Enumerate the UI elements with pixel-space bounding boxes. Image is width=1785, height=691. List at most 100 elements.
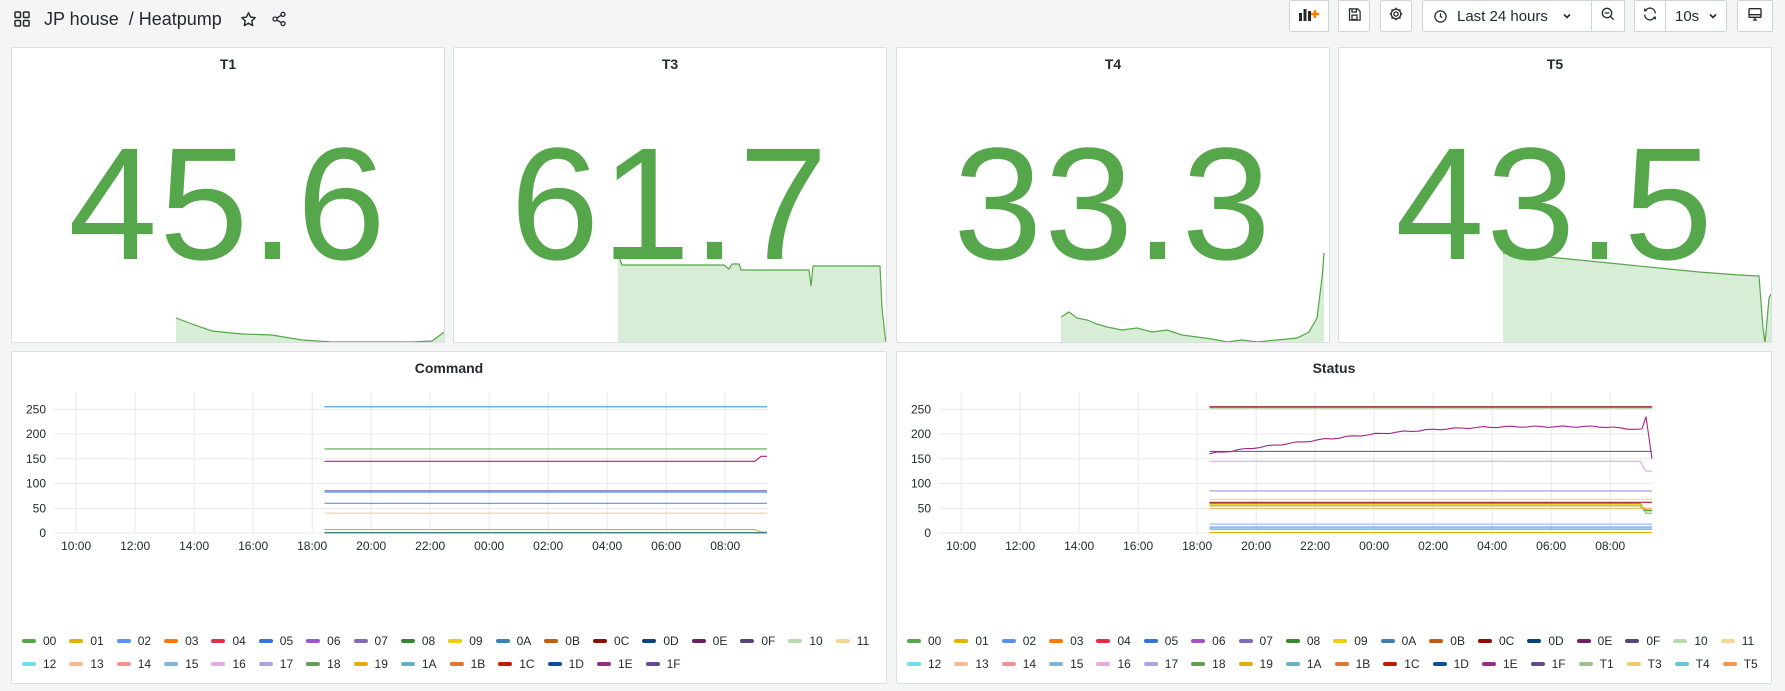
legend-label: 05 <box>1164 634 1179 648</box>
legend-item-0A[interactable]: 0A <box>1380 634 1416 648</box>
zoom-out-button[interactable] <box>1591 0 1625 32</box>
legend-item-00[interactable]: 00 <box>907 634 941 648</box>
legend-item-17[interactable]: 17 <box>258 657 293 671</box>
legend-item-0A[interactable]: 0A <box>495 634 531 648</box>
legend-item-1A[interactable]: 1A <box>400 657 437 671</box>
legend-item-01[interactable]: 01 <box>954 634 989 648</box>
legend-item-19[interactable]: 19 <box>353 657 388 671</box>
kiosk-mode-button[interactable] <box>1737 0 1773 32</box>
legend-item-06[interactable]: 06 <box>306 634 341 648</box>
legend-item-12[interactable]: 12 <box>22 657 56 671</box>
refresh-interval-picker[interactable]: 10s <box>1665 0 1727 32</box>
time-range-picker[interactable]: Last 24 hours <box>1422 0 1592 32</box>
timeseries-panel-command[interactable]: Command 0 50 100 150 200 250 10:00 12:00 14:00 16… <box>11 351 887 684</box>
legend-item-18[interactable]: 18 <box>1191 657 1226 671</box>
breadcrumb-folder[interactable]: JP house <box>44 9 119 30</box>
stat-panel-t4[interactable]: T4 33.3 <box>896 47 1330 343</box>
legend-label: 03 <box>1070 634 1084 648</box>
legend-swatch <box>544 639 559 643</box>
legend-item-0B[interactable]: 0B <box>1429 634 1465 648</box>
legend-item-13[interactable]: 13 <box>954 657 989 671</box>
legend-item-09[interactable]: 09 <box>1333 634 1368 648</box>
add-panel-button[interactable] <box>1289 0 1329 32</box>
legend-item-T4[interactable]: T4 <box>1674 657 1710 671</box>
legend-item-05[interactable]: 05 <box>258 634 293 648</box>
legend-item-03[interactable]: 03 <box>1049 634 1083 648</box>
save-button[interactable] <box>1338 0 1370 32</box>
legend-item-12[interactable]: 12 <box>907 657 941 671</box>
legend-item-0D[interactable]: 0D <box>1527 634 1564 648</box>
refresh-icon <box>1642 6 1658 26</box>
legend-item-03[interactable]: 03 <box>164 634 198 648</box>
legend-item-1E[interactable]: 1E <box>596 657 633 671</box>
legend-item-04[interactable]: 04 <box>211 634 246 648</box>
legend-item-02[interactable]: 02 <box>1001 634 1036 648</box>
legend-item-0C[interactable]: 0C <box>592 634 629 648</box>
stat-panel-t5[interactable]: T5 43.5 <box>1338 47 1772 343</box>
legend-item-02[interactable]: 02 <box>116 634 151 648</box>
legend-item-00[interactable]: 00 <box>22 634 56 648</box>
legend-item-0F[interactable]: 0F <box>740 634 775 648</box>
legend-item-15[interactable]: 15 <box>1049 657 1083 671</box>
legend-item-1B[interactable]: 1B <box>1334 657 1370 671</box>
legend-item-11[interactable]: 11 <box>835 634 869 648</box>
y-tick-label: 150 <box>911 452 931 466</box>
legend-item-0E[interactable]: 0E <box>691 634 727 648</box>
legend-item-19[interactable]: 19 <box>1238 657 1273 671</box>
legend-item-10[interactable]: 10 <box>1673 634 1708 648</box>
stat-panel-t3[interactable]: T3 61.7 <box>453 47 887 343</box>
legend-item-11[interactable]: 11 <box>1720 634 1754 648</box>
legend-item-T5[interactable]: T5 <box>1722 657 1758 671</box>
legend-item-16[interactable]: 16 <box>1096 657 1131 671</box>
legend-item-04[interactable]: 04 <box>1096 634 1131 648</box>
timeseries-panel-status[interactable]: Status 0 50 100 150 200 250 10:00 12:00 14:00 16:… <box>896 351 1772 684</box>
legend-item-07[interactable]: 07 <box>353 634 388 648</box>
legend-label: 04 <box>232 634 246 648</box>
legend-item-0D[interactable]: 0D <box>642 634 679 648</box>
legend-item-16[interactable]: 16 <box>211 657 246 671</box>
legend-item-01[interactable]: 01 <box>69 634 104 648</box>
legend-item-1D[interactable]: 1D <box>547 657 584 671</box>
legend-item-1B[interactable]: 1B <box>449 657 485 671</box>
legend-item-1E[interactable]: 1E <box>1481 657 1518 671</box>
star-icon[interactable] <box>238 8 260 30</box>
grid-icon[interactable] <box>12 9 32 29</box>
legend-item-15[interactable]: 15 <box>164 657 198 671</box>
legend-item-1A[interactable]: 1A <box>1285 657 1322 671</box>
legend-item-0F[interactable]: 0F <box>1625 634 1660 648</box>
share-icon[interactable] <box>268 8 290 30</box>
legend-item-07[interactable]: 07 <box>1238 634 1273 648</box>
legend-item-05[interactable]: 05 <box>1143 634 1179 648</box>
legend-item-0E[interactable]: 0E <box>1576 634 1612 648</box>
legend-item-06[interactable]: 06 <box>1191 634 1226 648</box>
legend-swatch <box>69 662 84 666</box>
legend-item-14[interactable]: 14 <box>116 657 151 671</box>
dashboard-settings-button[interactable] <box>1380 0 1412 32</box>
legend-item-1F[interactable]: 1F <box>1530 657 1566 671</box>
legend-row: 00 01 02 03 04 05 06 07 08 09 0A 0B 0C 0D 0E 0F 10 11 <box>22 634 882 648</box>
dashboard-title[interactable]: Heatpump <box>139 9 222 30</box>
legend-item-1F[interactable]: 1F <box>645 657 681 671</box>
x-tick-label: 18:00 <box>297 539 327 553</box>
legend-item-0B[interactable]: 0B <box>544 634 580 648</box>
legend-item-08[interactable]: 08 <box>1285 634 1320 648</box>
legend-item-14[interactable]: 14 <box>1001 657 1036 671</box>
legend-label: 0F <box>761 634 776 648</box>
refresh-button[interactable] <box>1634 0 1666 32</box>
stat-panel-t1[interactable]: T1 45.6 <box>11 47 445 343</box>
legend-item-18[interactable]: 18 <box>306 657 341 671</box>
legend-item-0C[interactable]: 0C <box>1477 634 1514 648</box>
legend-item-1C[interactable]: 1C <box>1383 657 1420 671</box>
legend-item-09[interactable]: 09 <box>448 634 483 648</box>
legend-label: 09 <box>1354 634 1368 648</box>
legend-item-13[interactable]: 13 <box>69 657 104 671</box>
legend-item-17[interactable]: 17 <box>1143 657 1178 671</box>
legend-label: 08 <box>421 634 436 648</box>
legend-item-T3[interactable]: T3 <box>1626 657 1662 671</box>
legend-item-T1[interactable]: T1 <box>1578 657 1614 671</box>
legend-item-08[interactable]: 08 <box>400 634 436 648</box>
legend-item-10[interactable]: 10 <box>788 634 823 648</box>
legend-item-1D[interactable]: 1D <box>1432 657 1469 671</box>
legend-item-1C[interactable]: 1C <box>498 657 535 671</box>
x-tick-label: 12:00 <box>120 539 150 553</box>
